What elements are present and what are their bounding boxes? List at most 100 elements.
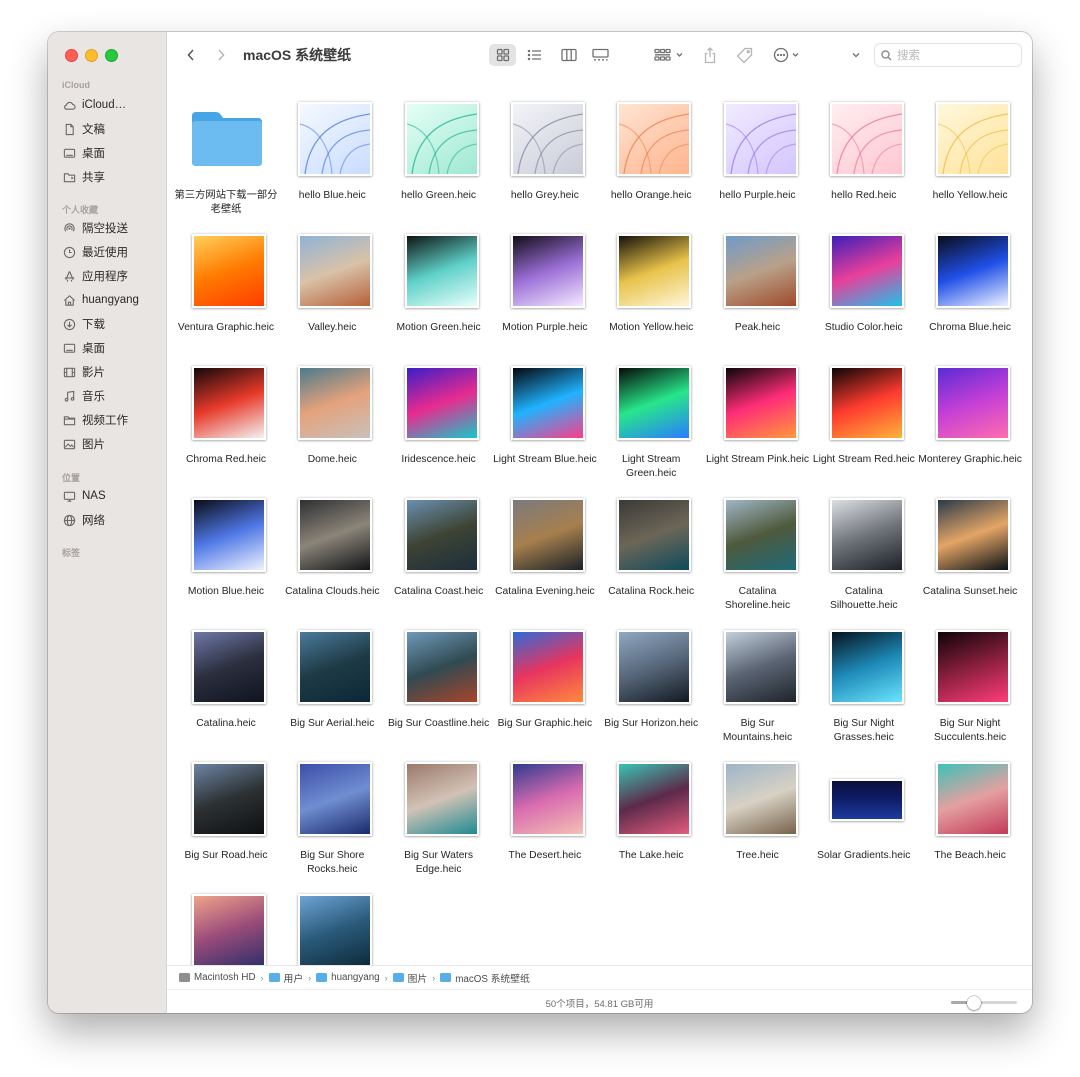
sidebar-item-desktop[interactable]: 桌面 — [63, 143, 105, 163]
file-item[interactable]: hello Blue.heic — [280, 78, 384, 208]
zoom-window-button[interactable] — [105, 49, 118, 62]
file-item[interactable]: Light Stream Pink.heic — [706, 342, 810, 472]
file-item[interactable]: Big Sur Mountains.heic — [706, 606, 810, 743]
tags-button[interactable] — [733, 44, 755, 66]
forward-button[interactable] — [211, 44, 231, 66]
file-item[interactable]: hello Green.heic — [387, 78, 491, 208]
file-item[interactable]: Catalina Clouds.heic — [280, 474, 384, 604]
file-item[interactable]: Big Sur Night Grasses.heic — [812, 606, 916, 743]
file-item[interactable]: Solar Gradients.heic — [812, 738, 916, 868]
file-item[interactable]: The Beach.heic — [918, 738, 1022, 868]
file-item[interactable]: 第三方网站下载一部分老壁纸 — [174, 78, 278, 215]
wallpaper-thumbnail — [404, 498, 479, 572]
sidebar-item-desktop-2[interactable]: 桌面 — [63, 338, 105, 358]
sidebar-item-downloads[interactable]: 下载 — [63, 314, 105, 334]
back-button[interactable] — [181, 44, 201, 66]
search-field[interactable]: 搜索 — [874, 43, 1022, 67]
file-item[interactable]: Catalina.heic — [174, 606, 278, 736]
file-item[interactable]: Ventura Graphic.heic — [174, 210, 278, 340]
path-crumb-users[interactable]: 用户 — [268, 971, 303, 985]
path-crumb-current[interactable]: macOS 系统壁纸 — [440, 971, 530, 985]
share-button[interactable] — [699, 44, 721, 66]
file-item[interactable]: Light Stream Red.heic — [812, 342, 916, 472]
sidebar-item-video-work[interactable]: 视频工作 — [63, 410, 128, 430]
sidebar-item-music[interactable]: 音乐 — [63, 386, 105, 406]
sidebar-item-recents[interactable]: 最近使用 — [63, 242, 128, 262]
file-item[interactable]: Big Sur Horizon.heic — [599, 606, 703, 736]
file-item[interactable]: Valley.heic — [280, 210, 384, 340]
file-item[interactable]: Dome.heic — [280, 342, 384, 472]
file-item[interactable]: hello Purple.heic — [706, 78, 810, 208]
group-by-button[interactable] — [651, 44, 689, 66]
file-item[interactable]: Motion Green.heic — [387, 210, 491, 340]
file-item[interactable]: Big Sur Shore Rocks.heic — [280, 738, 384, 875]
path-crumb-pictures[interactable]: 图片 — [392, 971, 427, 985]
icon-size-slider-knob[interactable] — [967, 995, 982, 1010]
file-item[interactable]: Catalina Coast.heic — [387, 474, 491, 604]
search-icon — [881, 49, 892, 60]
search-placeholder[interactable]: 搜索 — [897, 47, 920, 63]
file-item[interactable]: Motion Blue.heic — [174, 474, 278, 604]
file-item[interactable] — [280, 870, 384, 965]
file-item[interactable]: Motion Purple.heic — [493, 210, 597, 340]
file-item[interactable]: Big Sur Night Succulents.heic — [918, 606, 1022, 743]
path-crumb-home[interactable]: huangyang — [316, 972, 380, 983]
close-window-button[interactable] — [65, 49, 78, 62]
file-item[interactable]: Catalina Evening.heic — [493, 474, 597, 604]
sidebar-item-documents[interactable]: 文稿 — [63, 119, 105, 139]
list-view-icon — [527, 49, 541, 61]
file-item[interactable]: Motion Yellow.heic — [599, 210, 703, 340]
file-item[interactable]: hello Yellow.heic — [918, 78, 1022, 208]
wallpaper-thumbnail — [192, 498, 266, 572]
sidebar-item-applications[interactable]: 应用程序 — [63, 266, 128, 286]
icon-size-slider[interactable] — [951, 995, 1017, 1010]
list-view-button[interactable] — [521, 44, 548, 66]
sidebar-item-home[interactable]: huangyang — [63, 290, 139, 310]
column-view-button[interactable] — [555, 44, 582, 66]
gallery-view-button[interactable] — [587, 44, 614, 66]
minimize-window-button[interactable] — [85, 49, 98, 62]
file-item[interactable]: Big Sur Waters Edge.heic — [387, 738, 491, 875]
more-actions-button[interactable] — [772, 44, 806, 66]
file-item[interactable]: Monterey Graphic.heic — [918, 342, 1022, 472]
sidebar-item-shared[interactable]: 共享 — [63, 167, 105, 187]
wallpaper-thumbnail — [936, 762, 1011, 836]
wallpaper-thumbnail — [510, 366, 585, 440]
sidebar-item-pictures[interactable]: 图片 — [63, 434, 105, 454]
file-item[interactable]: Chroma Red.heic — [174, 342, 278, 472]
sidebar-item-movies[interactable]: 影片 — [63, 362, 105, 382]
file-item[interactable] — [174, 870, 278, 965]
file-item[interactable]: Catalina Rock.heic — [599, 474, 703, 604]
file-item[interactable]: Chroma Blue.heic — [918, 210, 1022, 340]
file-item[interactable]: Big Sur Aerial.heic — [280, 606, 384, 736]
file-item[interactable]: Big Sur Road.heic — [174, 738, 278, 868]
file-item[interactable]: Catalina Silhouette.heic — [812, 474, 916, 611]
file-item[interactable]: Big Sur Coastline.heic — [387, 606, 491, 736]
file-item[interactable]: Studio Color.heic — [812, 210, 916, 340]
wallpaper-thumbnail — [723, 366, 798, 440]
file-item[interactable]: Iridescence.heic — [387, 342, 491, 472]
sidebar-item-nas[interactable]: NAS — [63, 486, 106, 506]
sidebar-item-airdrop[interactable]: 隔空投送 — [63, 218, 128, 238]
sidebar-item-icloud-drive[interactable]: iCloud… — [63, 95, 126, 115]
toolbar-overflow-button[interactable] — [847, 44, 865, 66]
file-item[interactable]: The Desert.heic — [493, 738, 597, 868]
file-item[interactable]: Peak.heic — [706, 210, 810, 340]
icon-view-button[interactable] — [489, 44, 516, 66]
file-item[interactable]: Tree.heic — [706, 738, 810, 868]
file-item[interactable]: The Lake.heic — [599, 738, 703, 868]
sidebar-item-label: huangyang — [82, 294, 139, 306]
wallpaper-thumbnail — [510, 630, 585, 704]
file-item[interactable]: Catalina Sunset.heic — [918, 474, 1022, 604]
file-item[interactable]: Light Stream Blue.heic — [493, 342, 597, 472]
airdrop-icon — [64, 222, 75, 232]
file-item[interactable]: hello Orange.heic — [599, 78, 703, 208]
file-item[interactable]: Light Stream Green.heic — [599, 342, 703, 479]
path-crumb-disk[interactable]: Macintosh HD — [179, 972, 256, 983]
file-item[interactable]: Catalina Shoreline.heic — [706, 474, 810, 611]
file-item[interactable]: Big Sur Graphic.heic — [493, 606, 597, 736]
sidebar-item-network[interactable]: 网络 — [63, 510, 105, 530]
file-item[interactable]: hello Grey.heic — [493, 78, 597, 208]
file-name: hello Purple.heic — [719, 190, 796, 201]
file-item[interactable]: hello Red.heic — [812, 78, 916, 208]
